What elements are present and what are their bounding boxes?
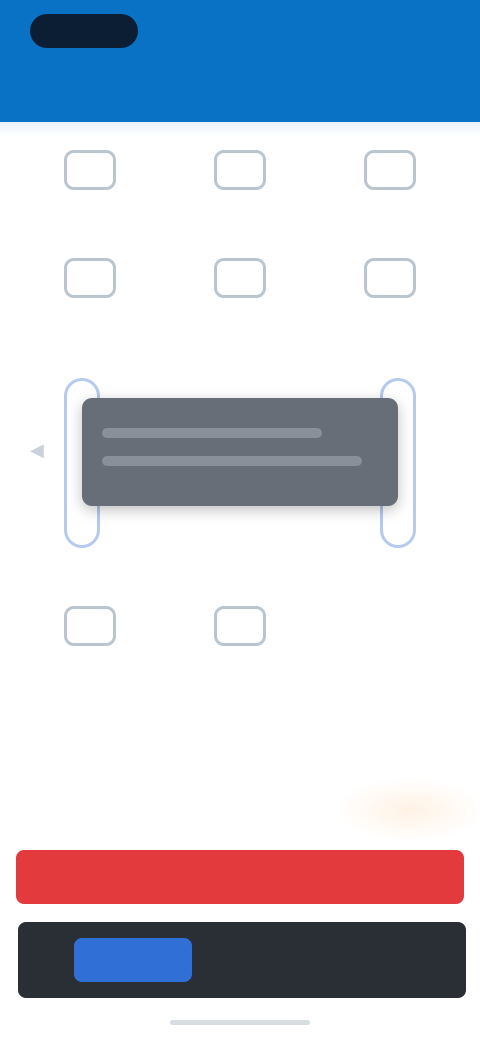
header-shadow [0,122,480,136]
notice-glow [340,780,480,840]
app-icon [214,150,266,190]
app-icon [64,606,116,646]
app-icon [64,258,116,298]
alert-banner[interactable] [16,850,464,904]
app-header [0,0,480,122]
dragged-item-line [102,456,362,466]
app-icon [364,150,416,190]
grid-tile-11[interactable] [160,600,320,696]
app-icon [64,150,116,190]
grid-tile-10[interactable] [10,600,170,696]
dragged-item-line [102,428,322,438]
app-icon [214,258,266,298]
status-indicators [346,18,446,40]
bottom-bar-text [214,944,444,976]
grid-tile-5[interactable] [160,246,320,356]
grid-tile-1[interactable] [10,138,170,238]
app-icon [364,258,416,298]
grid-tile-3[interactable] [310,138,470,238]
primary-button[interactable] [74,938,192,982]
app-icon [214,606,266,646]
dragged-item[interactable] [82,398,398,506]
home-indicator[interactable] [170,1020,310,1025]
grid-tile-6[interactable] [310,246,470,356]
grid-tile-2[interactable] [160,138,320,238]
grid-tile-8[interactable] [160,498,320,588]
bottom-bar [18,922,466,998]
arrow-left-icon: ◀ [30,440,44,460]
status-pill [30,14,138,48]
grid-tile-4[interactable] [10,246,170,356]
